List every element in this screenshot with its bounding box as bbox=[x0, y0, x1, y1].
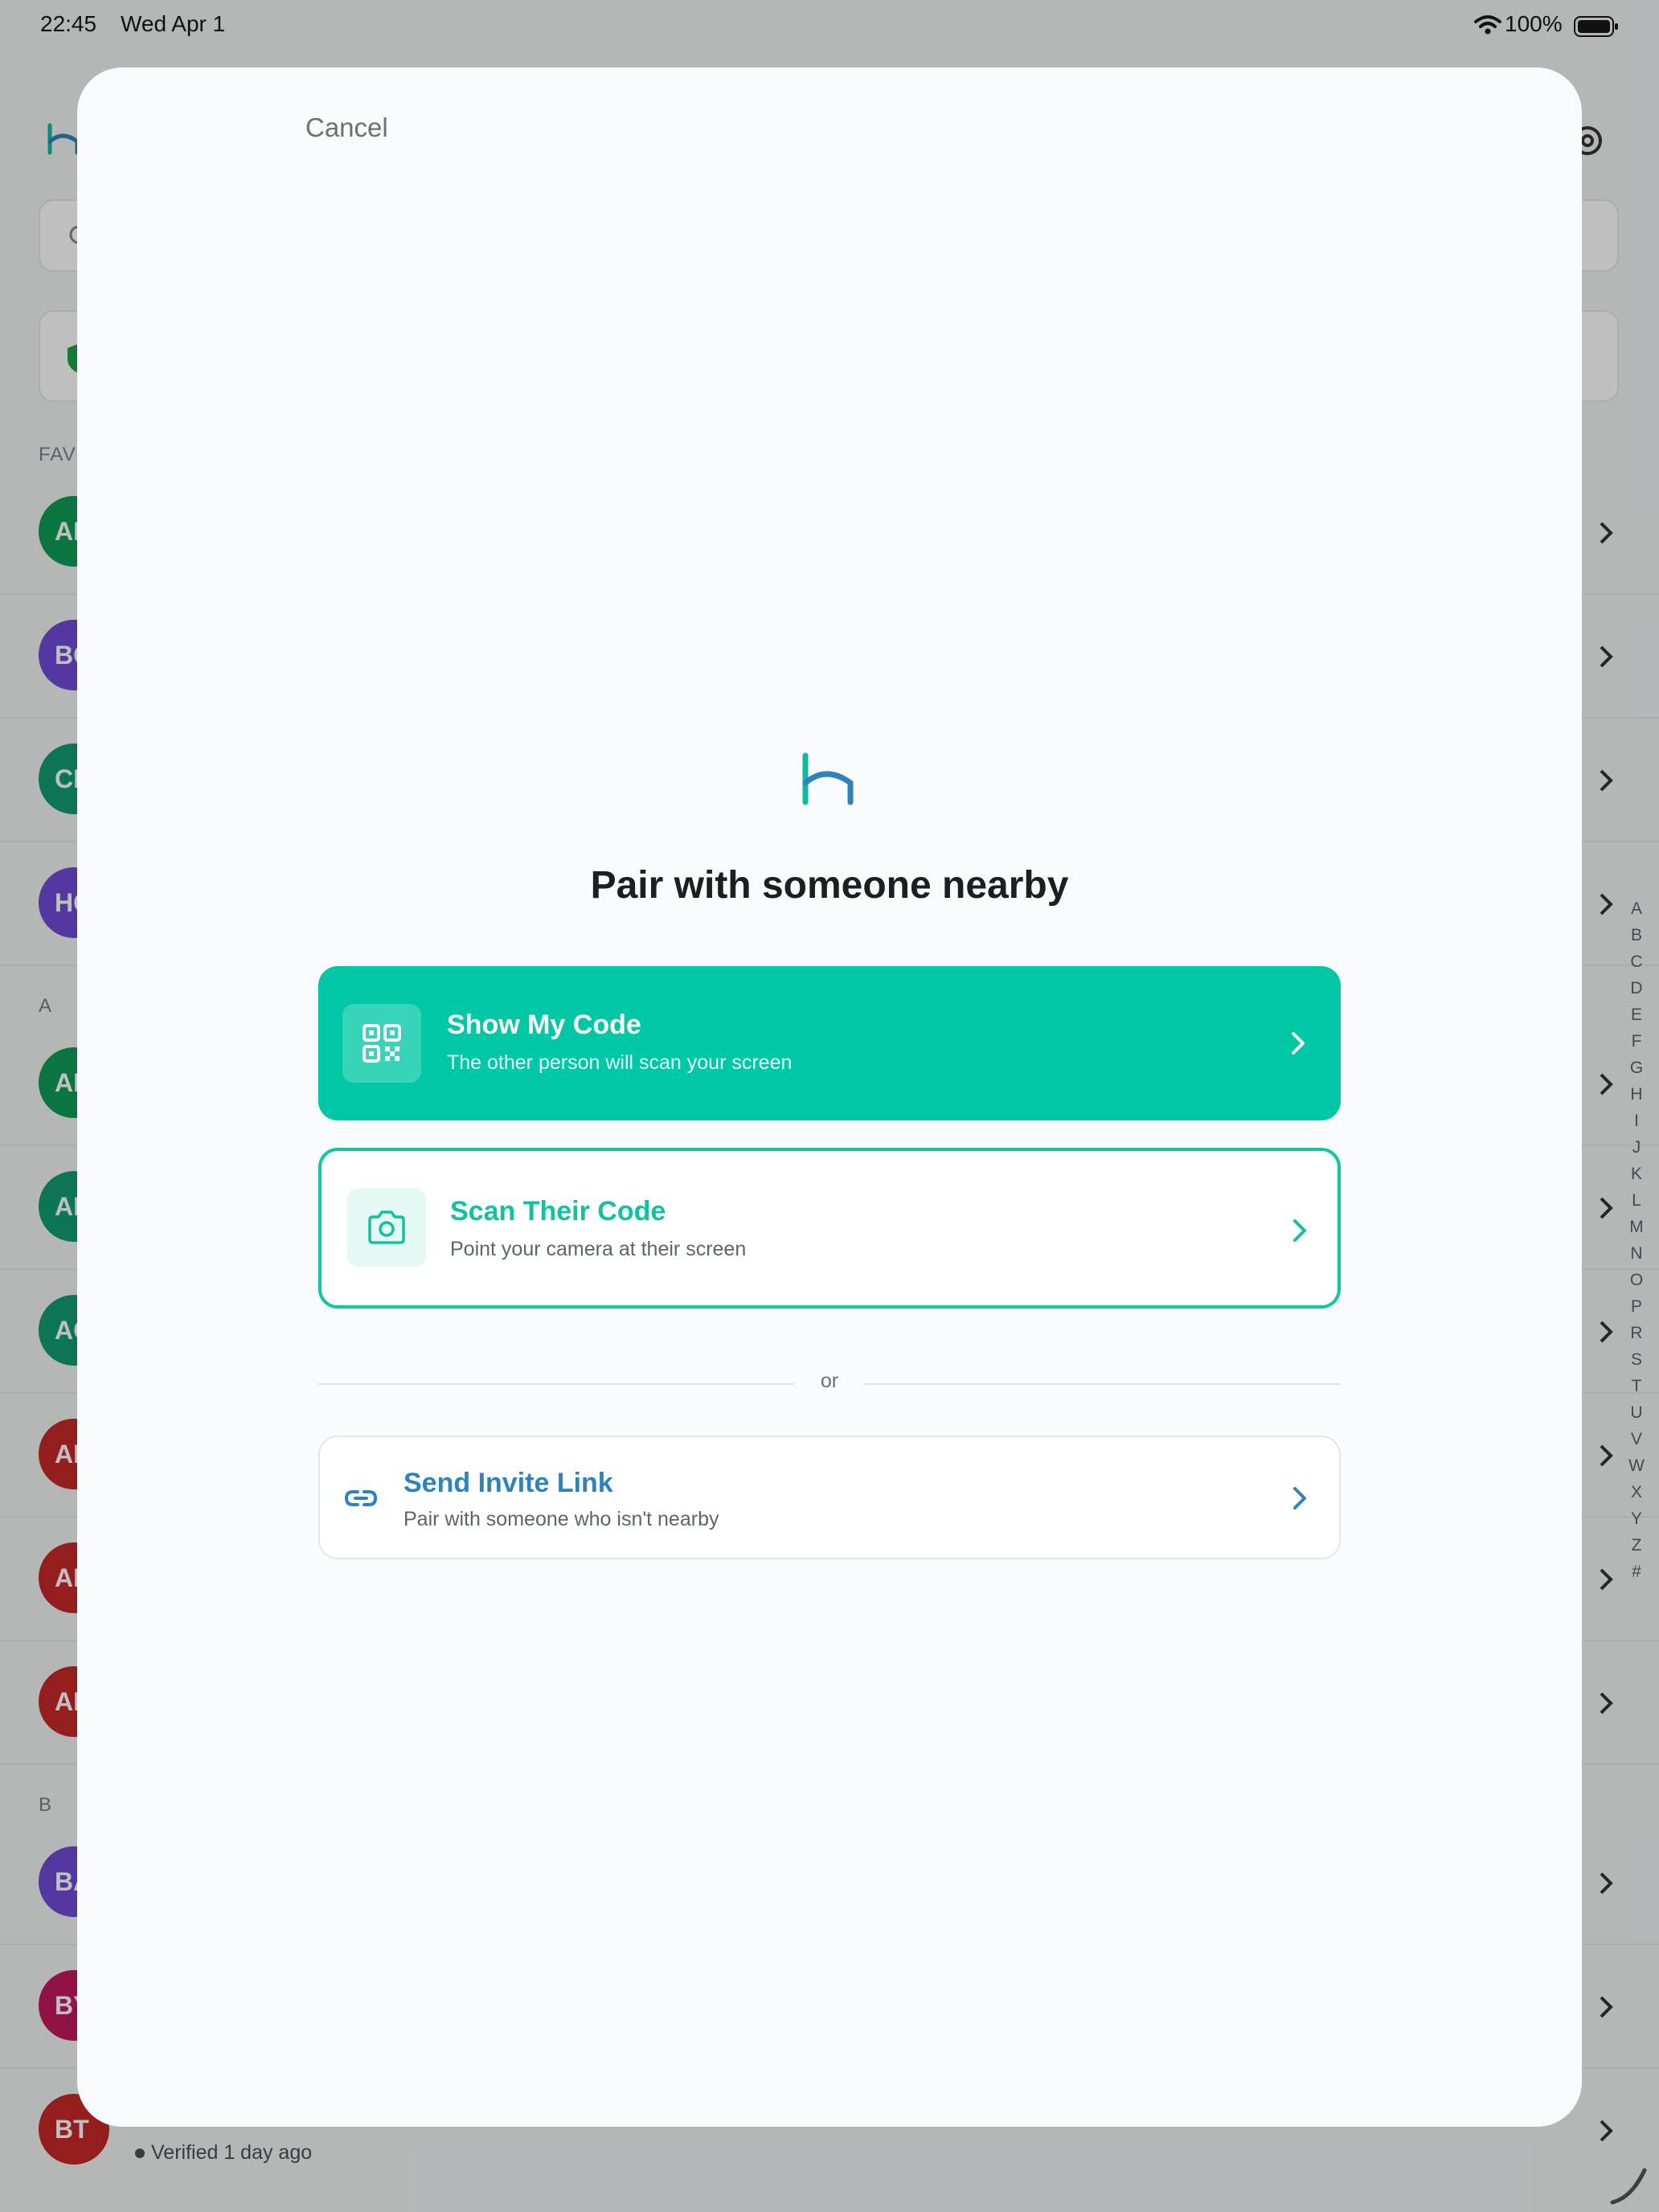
status-bar: 22:45 Wed Apr 1 100% bbox=[0, 0, 1659, 51]
show-my-code-title: Show My Code bbox=[447, 1010, 641, 1040]
link-icon bbox=[344, 1490, 378, 1506]
camera-icon-box bbox=[347, 1188, 426, 1267]
status-time: 22:45 bbox=[40, 11, 97, 36]
modal-title: Pair with someone nearby bbox=[590, 864, 1069, 907]
scan-their-code-title: Scan Their Code bbox=[450, 1196, 666, 1227]
send-invite-link-subtitle: Pair with someone who isn't nearby bbox=[403, 1508, 719, 1530]
show-my-code-subtitle: The other person will scan your screen bbox=[447, 1051, 793, 1074]
wifi-icon bbox=[1474, 15, 1501, 35]
camera-icon bbox=[368, 1210, 405, 1244]
qr-code-icon-box bbox=[342, 1004, 421, 1083]
battery-icon bbox=[1574, 16, 1618, 37]
chevron-right-icon bbox=[1293, 1487, 1306, 1509]
pairing-modal: Cancel Pair with someone nearby Show My … bbox=[77, 68, 1582, 2127]
divider-line bbox=[865, 1383, 1341, 1385]
qr-code-icon bbox=[363, 1024, 401, 1063]
status-date: Wed Apr 1 bbox=[121, 11, 226, 36]
battery-percent: 100% bbox=[1505, 11, 1563, 36]
scan-their-code-button[interactable]: Scan Their Code Point your camera at the… bbox=[318, 1148, 1341, 1309]
scan-their-code-subtitle: Point your camera at their screen bbox=[450, 1238, 747, 1260]
divider-line bbox=[318, 1383, 794, 1385]
send-invite-link-title: Send Invite Link bbox=[403, 1468, 613, 1498]
divider-or-text: or bbox=[820, 1370, 839, 1392]
show-my-code-button[interactable]: Show My Code The other person will scan … bbox=[318, 966, 1341, 1120]
send-invite-link-button[interactable]: Send Invite Link Pair with someone who i… bbox=[318, 1436, 1341, 1559]
chevron-right-icon bbox=[1293, 1219, 1306, 1242]
app-logo-icon bbox=[802, 752, 854, 805]
cancel-button[interactable]: Cancel bbox=[305, 113, 388, 143]
chevron-right-icon bbox=[1292, 1032, 1305, 1055]
